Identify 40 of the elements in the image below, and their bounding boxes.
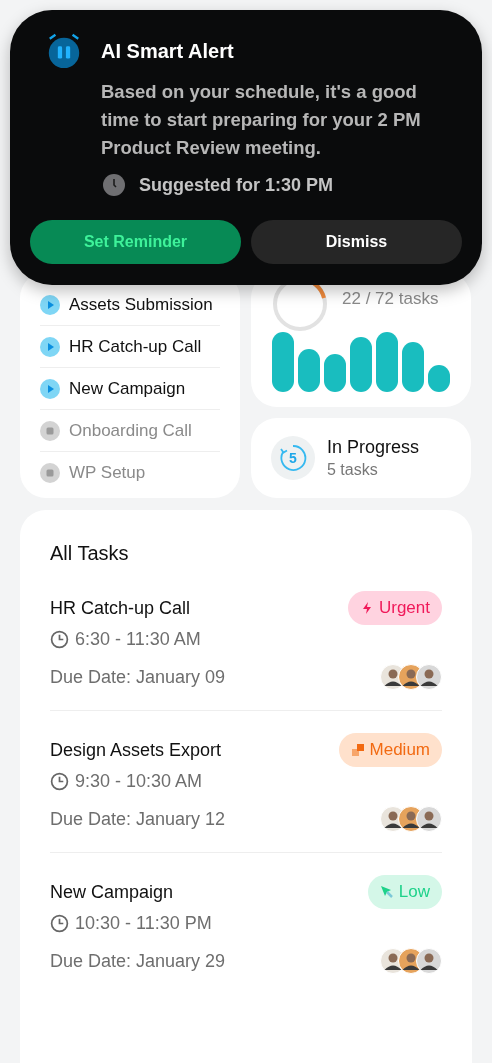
task-time: 6:30 - 11:30 AM	[75, 629, 201, 650]
play-icon	[40, 378, 60, 399]
due-date: Due Date: January 29	[50, 950, 226, 972]
task-title: Design Assets Export	[50, 739, 222, 761]
play-icon	[40, 336, 60, 357]
due-date: Due Date: January 12	[50, 808, 226, 830]
dismiss-button[interactable]: Dismiss	[251, 220, 462, 264]
stop-icon	[40, 462, 60, 483]
stop-icon	[40, 420, 60, 441]
section-title: All Tasks	[50, 542, 130, 565]
avatar-icon	[416, 664, 442, 690]
blocks-icon	[350, 743, 365, 757]
task-list-item[interactable]: Assets Submission	[40, 284, 220, 325]
avatar-icon	[416, 806, 442, 832]
clock-icon	[50, 914, 69, 933]
task-count: 5 tasks	[327, 461, 379, 479]
refresh-count-icon: 5	[271, 436, 315, 480]
suggested-time: Suggested for 1:30 PM	[139, 174, 334, 196]
cursor-icon	[379, 885, 394, 899]
priority-badge: Low	[367, 875, 442, 909]
alert-message: Based on your schedule, it's a good time to start preparing for your 2 PM Product Review meeting.	[101, 80, 422, 160]
task-time: 10:30 - 11:30 PM	[75, 913, 212, 934]
task-list-item[interactable]: WP Setup	[40, 452, 220, 493]
alert-title: AI Smart Alert	[101, 39, 234, 63]
clock-icon	[50, 630, 69, 649]
task-time: 9:30 - 10:30 AM	[75, 771, 203, 792]
priority-badge: Urgent	[347, 591, 442, 625]
avatar-icon	[416, 948, 442, 974]
play-icon	[40, 294, 60, 315]
card-title: In Progress	[327, 437, 420, 458]
task-title: New Campaign	[50, 881, 174, 903]
clock-icon	[50, 772, 69, 791]
priority-badge: Medium	[338, 733, 442, 767]
task-count: 22 / 72 tasks	[342, 289, 439, 309]
task-list-item[interactable]: Onboarding Call	[40, 410, 220, 451]
clock-icon	[103, 174, 125, 196]
task-list-item[interactable]: HR Catch-up Call	[40, 326, 220, 367]
due-date: Due Date: January 09	[50, 666, 226, 688]
task-title: HR Catch-up Call	[50, 597, 191, 619]
task-list-item[interactable]: New Campaign	[40, 368, 220, 409]
